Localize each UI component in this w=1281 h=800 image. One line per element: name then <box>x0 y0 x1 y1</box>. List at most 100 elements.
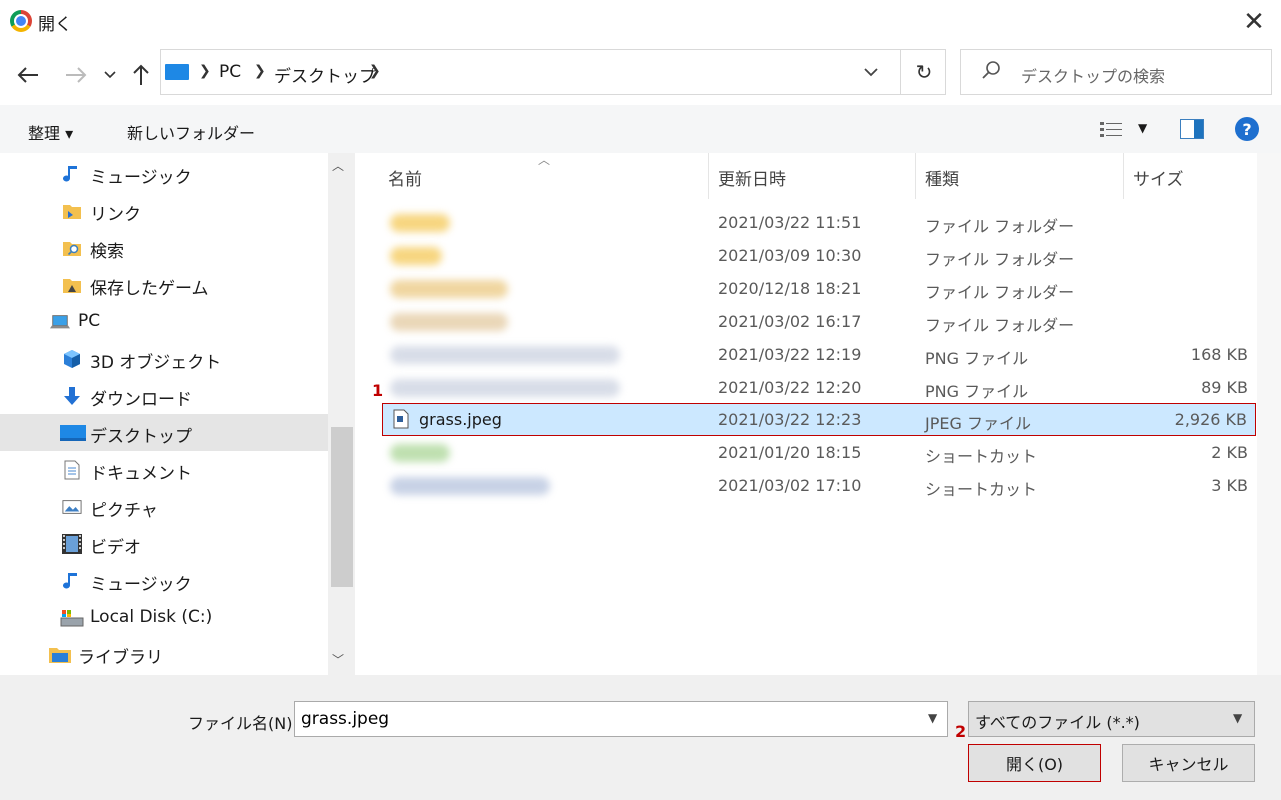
back-button[interactable] <box>12 58 44 92</box>
column-divider <box>915 153 916 199</box>
scroll-down-arrow-icon[interactable]: ﹀ <box>332 651 344 668</box>
sort-ascending-icon: ︿ <box>538 153 551 167</box>
forward-button[interactable] <box>60 58 92 92</box>
table-row[interactable]: 2021/03/02 17:10 ショートカット 3 KB <box>380 470 1256 503</box>
document-icon <box>62 460 82 480</box>
table-row[interactable]: 2021/03/22 12:20 PNG ファイル 89 KB <box>380 372 1256 405</box>
row-date: 2021/03/02 16:17 <box>718 312 862 331</box>
window-title: 開く <box>38 15 72 35</box>
sidebar-item-pictures[interactable]: ピクチャ <box>0 488 328 525</box>
table-row[interactable]: 2021/03/22 12:19 PNG ファイル 168 KB <box>380 339 1256 372</box>
file-type-select[interactable]: すべてのファイル (*.*) ▼ <box>968 701 1255 737</box>
sidebar-item-saved-games[interactable]: 保存したゲーム <box>0 266 328 303</box>
column-header-type[interactable]: 種類 <box>925 165 959 190</box>
recent-locations-button[interactable] <box>100 58 120 92</box>
sidebar-item-videos[interactable]: ビデオ <box>0 525 328 562</box>
sidebar-item-label: ピクチャ <box>90 501 158 521</box>
open-button[interactable]: 開く(O) <box>968 744 1101 782</box>
table-row[interactable]: 2021/03/22 11:51 ファイル フォルダー <box>380 207 1256 240</box>
chevron-down-icon <box>104 71 116 79</box>
breadcrumb-separator-icon: ❯ <box>199 63 211 79</box>
sidebar-item-label: PC <box>78 311 101 331</box>
view-options-dropdown[interactable]: ▼ <box>1138 121 1147 135</box>
sidebar-item-desktop[interactable]: デスクトップ <box>0 414 328 451</box>
table-row[interactable]: 2021/01/20 18:15 ショートカット 2 KB <box>380 437 1256 470</box>
sidebar-item-music[interactable]: ミュージック <box>0 155 328 192</box>
local-disk-icon <box>60 608 84 628</box>
breadcrumb-pc[interactable]: PC <box>219 62 241 82</box>
search-icon <box>982 61 1000 79</box>
search-placeholder[interactable]: デスクトップの検索 <box>1021 63 1165 87</box>
sidebar-item-label: ミュージック <box>90 575 192 595</box>
search-box[interactable]: デスクトップの検索 <box>960 49 1272 95</box>
sidebar-item-searches[interactable]: 検索 <box>0 229 328 266</box>
close-icon: ✕ <box>1243 7 1265 37</box>
sidebar-item-downloads[interactable]: ダウンロード <box>0 377 328 414</box>
sidebar-item-pc[interactable]: PC <box>0 303 328 340</box>
filename-input[interactable] <box>294 701 948 737</box>
help-icon[interactable]: ? <box>1235 117 1259 141</box>
row-size: 3 KB <box>1211 476 1248 495</box>
up-button[interactable] <box>128 58 154 92</box>
row-type: JPEG ファイル <box>925 414 1031 433</box>
file-type-value: すべてのファイル (*.*) <box>975 713 1140 732</box>
chevron-down-icon: ▼ <box>1233 711 1243 725</box>
new-folder-button[interactable]: 新しいフォルダー <box>127 120 255 144</box>
breadcrumb-separator-icon: ❯ <box>254 63 266 79</box>
column-header-size[interactable]: サイズ <box>1133 165 1184 190</box>
sidebar-item-documents[interactable]: ドキュメント <box>0 451 328 488</box>
scroll-up-arrow-icon[interactable]: ︿ <box>332 157 344 174</box>
column-header-date[interactable]: 更新日時 <box>718 165 786 190</box>
sidebar-item-libraries[interactable]: ライブラリ <box>0 635 328 672</box>
sidebar-item-label: 保存したゲーム <box>90 279 209 299</box>
row-date: 2021/03/22 12:23 <box>718 410 862 429</box>
desktop-icon <box>60 423 86 443</box>
preview-pane-icon[interactable] <box>1180 119 1204 139</box>
refresh-button[interactable]: ↻ <box>900 50 947 94</box>
music-note-icon <box>62 164 82 184</box>
sidebar-item-label: Local Disk (C:) <box>90 607 213 627</box>
blurred-shortcut-name <box>390 444 450 462</box>
organize-menu-button[interactable]: 整理 ▾ <box>28 120 73 144</box>
close-button[interactable]: ✕ <box>1234 4 1274 40</box>
table-row[interactable]: 2021/03/02 16:17 ファイル フォルダー <box>380 306 1256 339</box>
table-row[interactable]: 2021/03/09 10:30 ファイル フォルダー <box>380 240 1256 273</box>
table-row[interactable]: 2020/12/18 18:21 ファイル フォルダー <box>380 273 1256 306</box>
row-date: 2021/03/22 11:51 <box>718 213 862 232</box>
arrow-right-icon <box>66 67 87 83</box>
row-date: 2021/03/02 17:10 <box>718 476 862 495</box>
row-date: 2021/03/22 12:19 <box>718 345 862 364</box>
sidebar-item-label: ライブラリ <box>78 648 163 668</box>
row-size: 2,926 KB <box>1174 410 1247 429</box>
sidebar-item-3d-objects[interactable]: 3D オブジェクト <box>0 340 328 377</box>
sidebar-item-label: デスクトップ <box>90 427 192 447</box>
file-list-scrollbar[interactable] <box>1257 153 1281 675</box>
sidebar-item-label: ドキュメント <box>90 464 192 484</box>
arrow-up-icon <box>133 64 149 85</box>
sidebar-item-label: ミュージック <box>90 168 192 188</box>
blurred-folder-name <box>390 247 442 265</box>
row-type: ファイル フォルダー <box>925 250 1075 269</box>
breadcrumb-desktop[interactable]: デスクトップ <box>274 62 376 87</box>
sidebar-item-local-disk[interactable]: Local Disk (C:) <box>0 599 328 636</box>
address-dropdown-button[interactable] <box>859 60 883 84</box>
sidebar-item-label: ダウンロード <box>90 390 192 410</box>
chevron-down-icon[interactable]: ▼ <box>928 711 937 725</box>
view-details-icon[interactable] <box>1100 121 1122 139</box>
blurred-file-name <box>390 346 620 364</box>
row-type: PNG ファイル <box>925 349 1029 368</box>
cancel-button[interactable]: キャンセル <box>1122 744 1255 782</box>
column-header-name[interactable]: 名前 <box>388 165 422 190</box>
sidebar-item-music-2[interactable]: ミュージック <box>0 562 328 599</box>
sidebar-item-links[interactable]: リンク <box>0 192 328 229</box>
sidebar-scrollbar-thumb[interactable] <box>331 427 353 587</box>
table-row-selected[interactable]: grass.jpeg 2021/03/22 12:23 JPEG ファイル 2,… <box>382 403 1256 436</box>
arrow-left-icon <box>17 67 38 83</box>
address-bar[interactable]: ❯ PC ❯ デスクトップ ❯ ↻ <box>160 49 946 95</box>
blurred-folder-name <box>390 214 450 232</box>
chevron-down-icon <box>864 67 878 76</box>
column-divider <box>708 153 709 199</box>
sidebar-scrollbar[interactable] <box>328 153 355 675</box>
video-icon <box>62 534 82 554</box>
links-folder-icon <box>62 201 82 221</box>
